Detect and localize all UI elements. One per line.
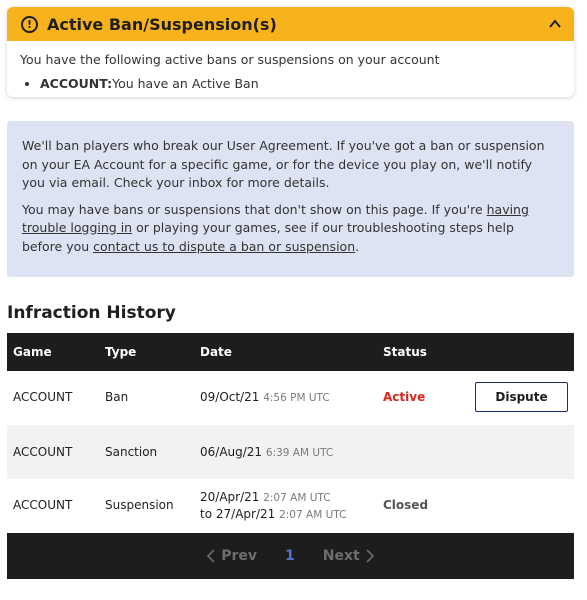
prev-page-button[interactable]: Prev: [207, 548, 257, 564]
row-date: 09/Oct/21 4:56 PM UTC: [200, 390, 330, 404]
time-value: 2:07 AM UTC: [263, 492, 331, 504]
row-type: Sanction: [105, 445, 158, 459]
infraction-table: Game Type Date Status ACCOUNT Ban 09/Oct…: [7, 333, 574, 533]
row-game: ACCOUNT: [13, 390, 73, 404]
info-paragraph-1: We'll ban players who break our User Agr…: [22, 138, 545, 190]
row-date: 06/Aug/21 6:39 AM UTC: [200, 445, 333, 459]
info-text: .: [355, 238, 360, 254]
chevron-left-icon: [207, 549, 215, 563]
date-value: 06/Aug/21: [200, 445, 263, 459]
table-row: ACCOUNT Suspension 20/Apr/21 2:07 AM UTC…: [7, 479, 574, 533]
chevron-up-icon[interactable]: [548, 17, 562, 31]
table-header: Game Type Date Status: [7, 333, 574, 371]
alert-item-text: You have an Active Ban: [112, 76, 259, 91]
row-type: Ban: [105, 390, 129, 404]
status-badge: Closed: [383, 498, 429, 512]
prev-label: Prev: [221, 548, 258, 564]
date-value: 27/Apr/21: [215, 507, 276, 521]
page-number[interactable]: 1: [285, 548, 295, 564]
alert-list-item: ACCOUNT:You have an Active Ban: [40, 76, 561, 91]
table-row: ACCOUNT Sanction 06/Aug/21 6:39 AM UTC: [7, 425, 574, 479]
time-value: 6:39 AM UTC: [265, 447, 334, 459]
pagination: Prev 1 Next: [7, 533, 574, 579]
info-text: You may have bans or suspensions that do…: [22, 201, 487, 217]
next-label: Next: [322, 548, 360, 564]
alert-title: Active Ban/Suspension(s): [47, 14, 277, 34]
time-value: 2:07 AM UTC: [279, 509, 347, 521]
alert-item-label: ACCOUNT:: [40, 76, 113, 91]
row-date: 20/Apr/21 2:07 AM UTC to 27/Apr/21 2:07 …: [200, 489, 346, 523]
date-value: 09/Oct/21: [200, 390, 260, 404]
row-type: Suspension: [105, 498, 174, 512]
info-box: We'll ban players who break our User Agr…: [7, 121, 574, 277]
date-range-prefix: to: [200, 507, 213, 521]
alert-list: ACCOUNT:You have an Active Ban: [20, 76, 561, 91]
exclamation-circle-icon: !: [21, 15, 38, 33]
info-paragraph-2: You may have bans or suspensions that do…: [22, 201, 558, 257]
row-game: ACCOUNT: [13, 445, 73, 459]
time-value: 4:56 PM UTC: [263, 392, 330, 404]
infraction-history-title: Infraction History: [7, 303, 176, 323]
chevron-right-icon: [366, 549, 374, 563]
alert-message: You have the following active bans or su…: [20, 52, 440, 67]
contact-us-link[interactable]: contact us to dispute a ban or suspensio…: [93, 239, 355, 254]
row-game: ACCOUNT: [13, 498, 73, 512]
table-row: ACCOUNT Ban 09/Oct/21 4:56 PM UTC Active…: [7, 371, 574, 425]
date-value: 20/Apr/21: [200, 490, 260, 504]
next-page-button[interactable]: Next: [323, 548, 374, 564]
active-ban-alert: ! Active Ban/Suspension(s) You have the …: [7, 7, 574, 97]
alert-header[interactable]: ! Active Ban/Suspension(s): [7, 7, 574, 41]
column-header-game: Game: [13, 345, 52, 359]
column-header-type: Type: [105, 345, 137, 359]
column-header-status: Status: [383, 345, 427, 359]
status-badge: Active: [383, 390, 426, 404]
dispute-button[interactable]: Dispute: [475, 382, 568, 412]
column-header-date: Date: [200, 345, 232, 359]
